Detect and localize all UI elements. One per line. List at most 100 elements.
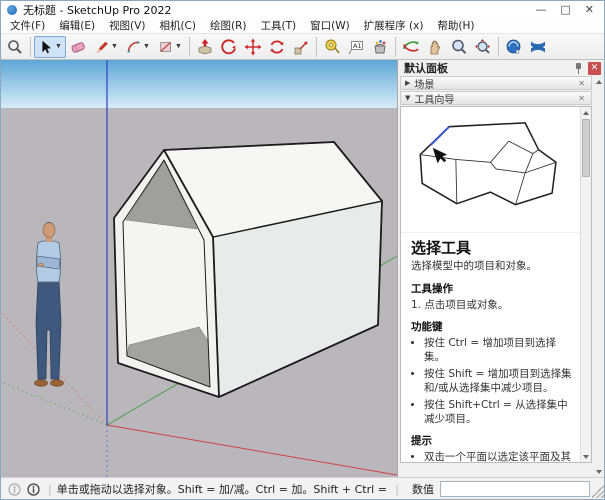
extension-warehouse-icon: [529, 38, 547, 56]
search-button[interactable]: [3, 36, 27, 58]
scroll-down-icon[interactable]: [581, 451, 591, 462]
rectangle-dropdown-icon[interactable]: ▼: [175, 43, 182, 50]
menu-item-edit[interactable]: 编辑(E): [52, 19, 102, 34]
toolbar-getting-started: ▼ ▼ ▼: [1, 34, 604, 60]
instructor-panel: 选择工具 选择模型中的项目和对象。 工具操作 1. 点击项目或对象。 功能键 按…: [400, 106, 592, 463]
menu-item-window[interactable]: 窗口(W): [303, 19, 357, 34]
tray-header: 默认面板 ✕: [398, 60, 604, 76]
orbit-icon: [402, 38, 420, 56]
collapse-arrow-icon[interactable]: ▶: [405, 79, 410, 87]
arc-dropdown-icon[interactable]: ▼: [143, 43, 150, 50]
offset-tool-button[interactable]: [217, 36, 241, 58]
pan-tool-button[interactable]: [423, 36, 447, 58]
add-location-button[interactable]: [502, 36, 526, 58]
menu-item-camera[interactable]: 相机(C): [152, 19, 203, 34]
instructor-subheading: 选择模型中的项目和对象。: [411, 260, 576, 274]
pin-icon[interactable]: [574, 62, 584, 74]
resize-grip[interactable]: [592, 480, 604, 498]
zoom-extents-button[interactable]: [471, 36, 495, 58]
menu-item-help[interactable]: 帮助(H): [430, 19, 481, 34]
sky: [1, 60, 397, 108]
rectangle-tool-button[interactable]: ▼: [154, 36, 186, 58]
tray-close-button[interactable]: ✕: [588, 62, 601, 75]
select-tool-button[interactable]: ▼: [34, 36, 66, 58]
arc-tool-button[interactable]: ▼: [122, 36, 154, 58]
status-hint: 单击或拖动以选择对象。Shift = 加/减。Ctrl = 加。Shift + …: [57, 481, 391, 497]
section-scenes-close-icon[interactable]: ✕: [576, 79, 587, 88]
toolbar-separator: [189, 37, 190, 57]
instructor-text: 选择工具 选择模型中的项目和对象。 工具操作 1. 点击项目或对象。 功能键 按…: [401, 233, 580, 462]
menu-item-draw[interactable]: 绘图(R): [203, 19, 254, 34]
title-bar: 无标题 - SketchUp Pro 2022 — □ ✕: [1, 1, 604, 19]
list-item: 按住 Ctrl = 增加项目到选择集。: [424, 337, 576, 365]
scrollbar-thumb[interactable]: [582, 119, 590, 177]
section-instructor-close-icon[interactable]: ✕: [576, 94, 587, 103]
text-icon: A1: [347, 38, 365, 56]
push-pull-icon: [196, 38, 214, 56]
viewport-3d[interactable]: [1, 60, 397, 477]
info-icon[interactable]: [27, 483, 40, 496]
menu-item-extensions[interactable]: 扩展程序 (x): [357, 19, 431, 34]
move-tool-button[interactable]: [241, 36, 265, 58]
line-dropdown-icon[interactable]: ▼: [111, 43, 118, 50]
text-tool-button[interactable]: A1: [344, 36, 368, 58]
person-shoe-left: [35, 380, 48, 386]
rectangle-icon: [158, 39, 174, 55]
toolbar-separator: [316, 37, 317, 57]
scroll-up-icon[interactable]: [581, 107, 591, 118]
maximize-button[interactable]: □: [560, 1, 570, 19]
select-cursor-icon: [38, 39, 54, 55]
minimize-button[interactable]: —: [535, 1, 546, 19]
tape-measure-icon: [323, 38, 341, 56]
tips-title: 提示: [411, 435, 576, 449]
tray-scroll-up-icon[interactable]: [593, 76, 604, 87]
eraser-icon: [69, 38, 87, 56]
select-dropdown-icon[interactable]: ▼: [55, 43, 62, 50]
instructor-scrollbar[interactable]: [580, 107, 591, 462]
orbit-tool-button[interactable]: [399, 36, 423, 58]
status-bar: | 单击或拖动以选择对象。Shift = 加/减。Ctrl = 加。Shift …: [1, 477, 604, 500]
model-scene: [1, 60, 397, 477]
toolbar-separator: [30, 37, 31, 57]
expand-arrow-icon[interactable]: ▼: [405, 94, 410, 102]
app-window: 无标题 - SketchUp Pro 2022 — □ ✕ 文件(F) 编辑(E…: [0, 0, 605, 500]
person-head: [43, 223, 55, 238]
tray-scrollbar[interactable]: [593, 76, 604, 477]
line-tool-button[interactable]: ▼: [90, 36, 122, 58]
section-instructor[interactable]: ▼ 工具向导 ✕: [400, 91, 592, 105]
keys-list: 按住 Ctrl = 增加项目到选择集。 按住 Shift = 增加项目到选择集和…: [411, 337, 576, 426]
extension-warehouse-button[interactable]: [526, 36, 550, 58]
person-hand: [38, 263, 43, 267]
eraser-tool-button[interactable]: [66, 36, 90, 58]
status-separator: |: [395, 483, 399, 496]
rotate-icon: [268, 38, 286, 56]
tape-measure-tool-button[interactable]: [320, 36, 344, 58]
tray-scroll-down-icon[interactable]: [593, 466, 604, 477]
rotate-tool-button[interactable]: [265, 36, 289, 58]
measurements-input[interactable]: [440, 481, 590, 497]
menu-item-tools[interactable]: 工具(T): [253, 19, 303, 34]
default-tray-panel: 默认面板 ✕ ▶ 场景 ✕ ▼ 工具向导 ✕: [397, 60, 604, 477]
list-item: 按住 Shift+Ctrl = 从选择集中减少项目。: [424, 399, 576, 427]
keys-title: 功能键: [411, 321, 576, 335]
svg-text:A1: A1: [353, 42, 362, 50]
section-scenes[interactable]: ▶ 场景 ✕: [400, 76, 592, 90]
geolocation-icon[interactable]: [8, 483, 21, 496]
close-button[interactable]: ✕: [585, 1, 594, 19]
zoom-extents-icon: [474, 38, 492, 56]
list-item: 双击一个平面以选定该平面及其所有边线。: [424, 451, 576, 462]
scale-icon: [292, 38, 310, 56]
menu-item-view[interactable]: 视图(V): [102, 19, 152, 34]
move-icon: [244, 38, 262, 56]
paint-bucket-tool-button[interactable]: [368, 36, 392, 58]
section-instructor-label: 工具向导: [414, 91, 576, 106]
toolbar-separator: [498, 37, 499, 57]
menu-item-file[interactable]: 文件(F): [3, 19, 52, 34]
section-scenes-label: 场景: [414, 76, 576, 91]
instructor-heading: 选择工具: [411, 239, 576, 259]
zoom-icon: [450, 38, 468, 56]
push-pull-tool-button[interactable]: [193, 36, 217, 58]
tips-list: 双击一个平面以选定该平面及其所有边线。 双击一条边线以选定该边线及与其共享的平面…: [411, 451, 576, 462]
zoom-tool-button[interactable]: [447, 36, 471, 58]
scale-tool-button[interactable]: [289, 36, 313, 58]
